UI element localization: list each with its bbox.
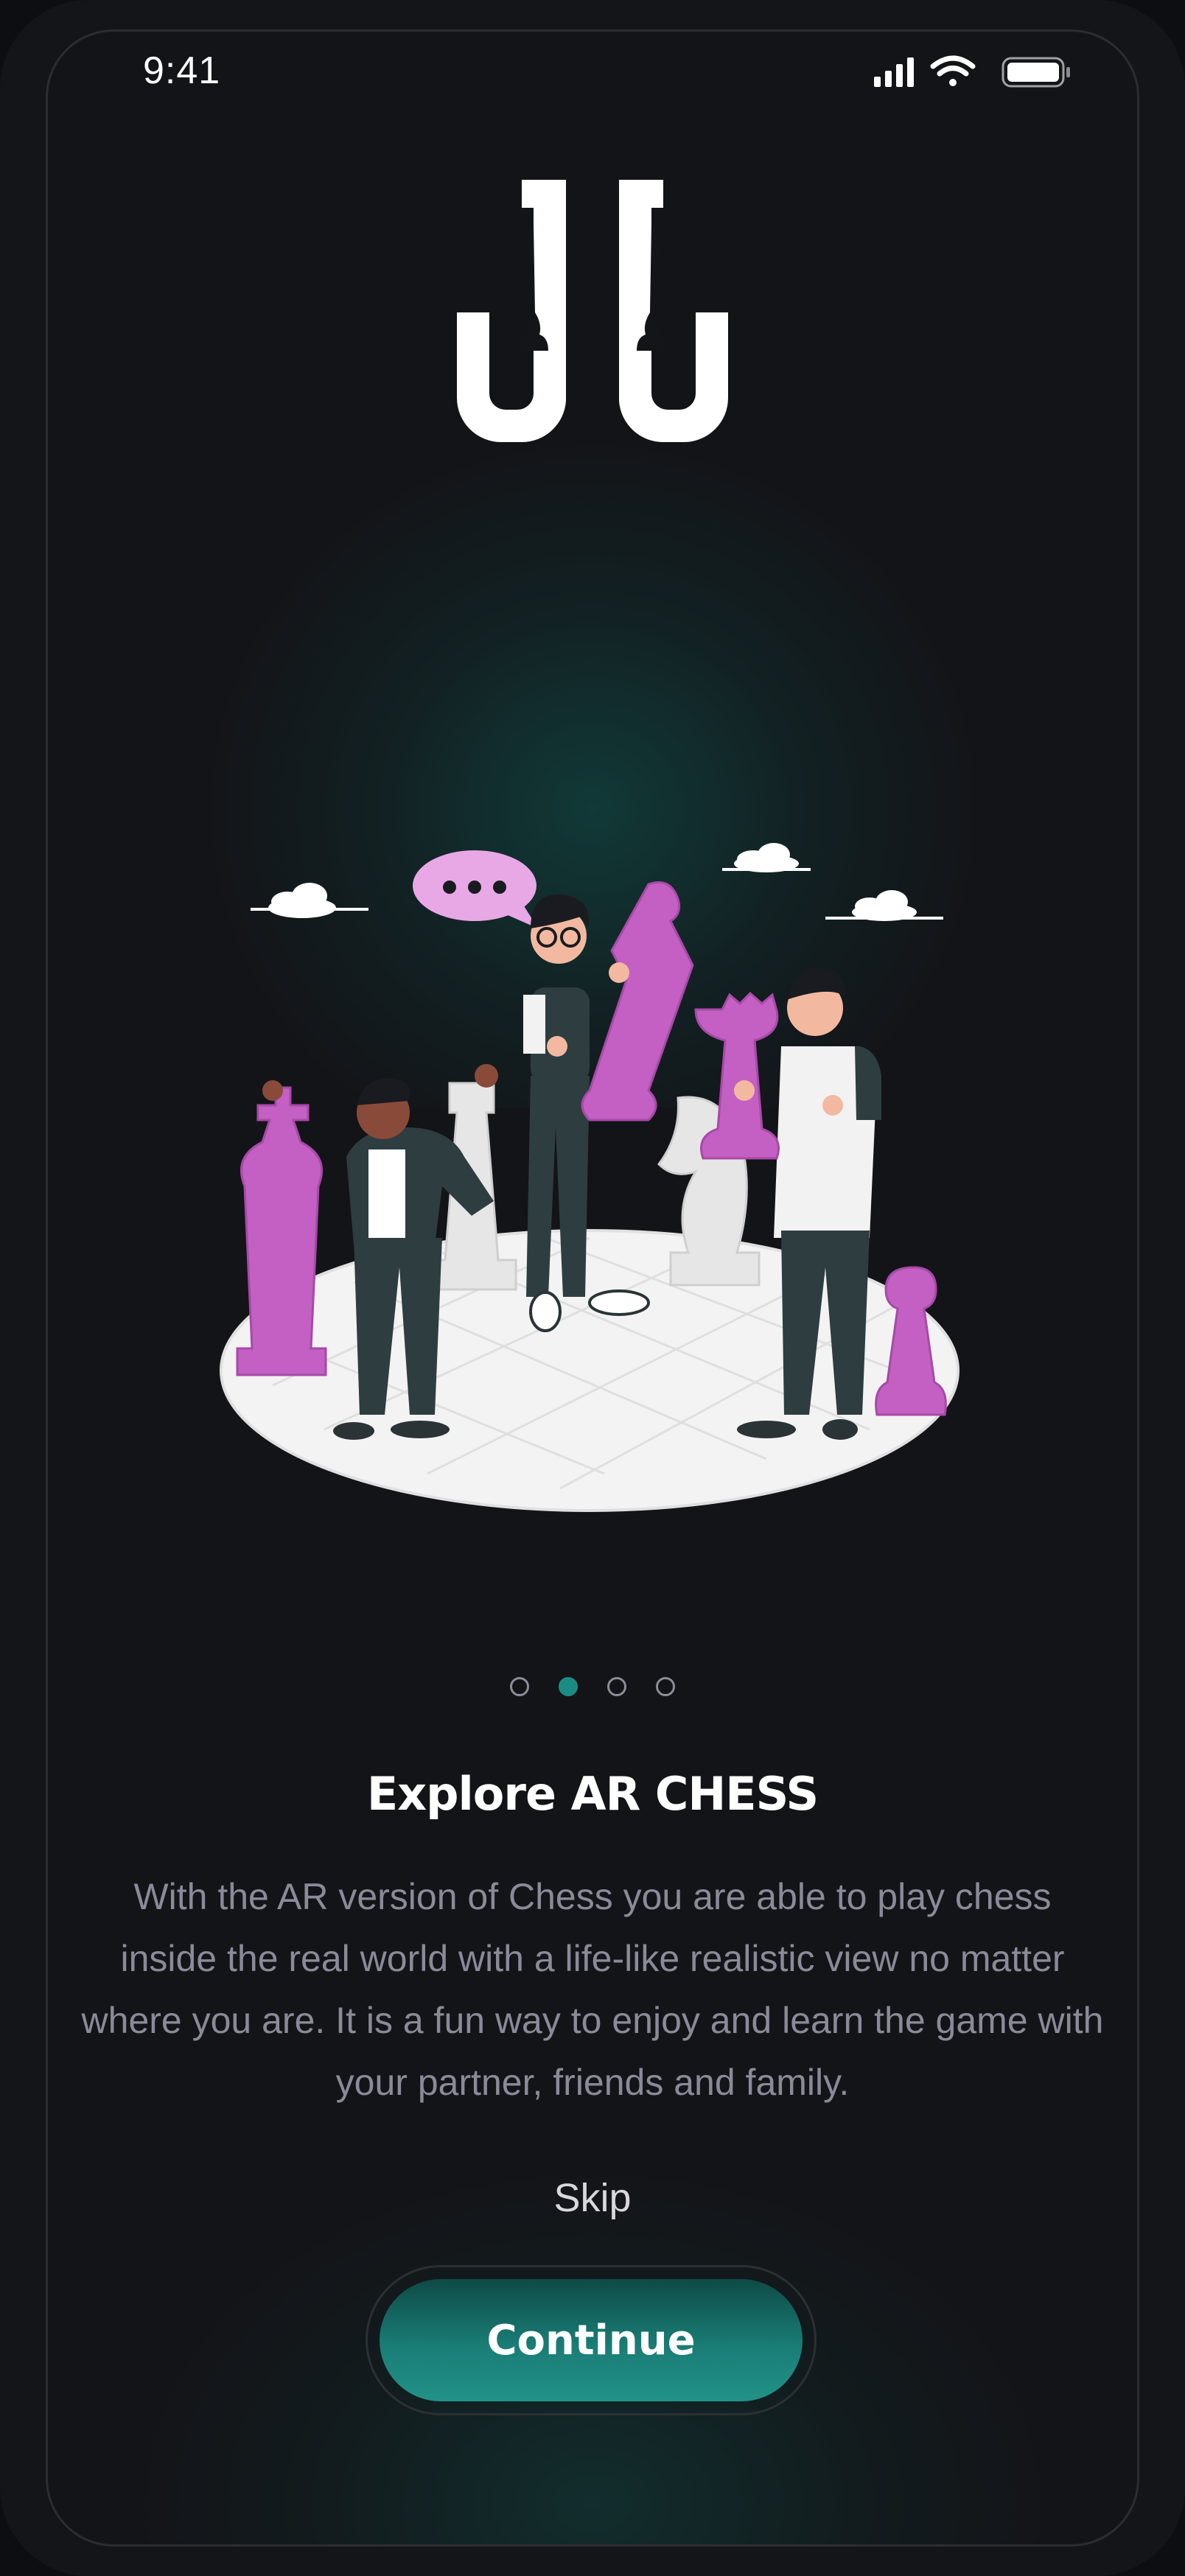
status-icons	[874, 55, 1070, 88]
page-dot[interactable]	[656, 1677, 675, 1696]
page-dot[interactable]	[510, 1677, 529, 1696]
wifi-icon	[930, 55, 976, 86]
pagination-dots	[0, 1673, 1185, 1702]
onboarding-title: Explore AR CHESS	[366, 1767, 819, 1821]
chat-bubble-icon	[413, 850, 538, 928]
app-logo	[457, 180, 728, 442]
cloud-icon	[251, 883, 368, 918]
skip-button[interactable]: Skip	[0, 2175, 1185, 2221]
onboarding-description: With the AR version of Chess you are abl…	[81, 1876, 1104, 2103]
continue-button[interactable]: Continue	[380, 2279, 803, 2401]
ar-chess-illustration	[220, 843, 959, 1512]
device-frame: 9:41 Explore AR CHESS With the AR versio…	[0, 0, 1185, 2576]
continue-button-ring: Continue	[366, 2265, 817, 2415]
status-time: 9:41	[143, 49, 221, 92]
page-dot[interactable]	[607, 1677, 626, 1696]
signal-icon	[874, 57, 914, 87]
page-dot-active[interactable]	[559, 1677, 578, 1696]
battery-icon	[1002, 57, 1070, 88]
